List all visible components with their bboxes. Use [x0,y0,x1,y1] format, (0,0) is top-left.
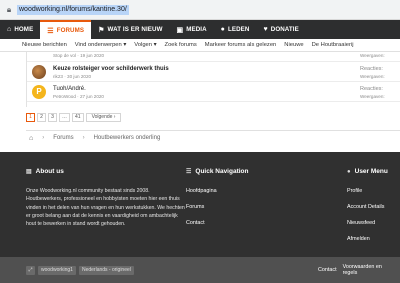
forums-icon: ☰ [47,27,54,35]
subnav-mark-read[interactable]: Markeer forums als gelezen [205,42,277,48]
subnav-search-forums[interactable]: Zoek forums [165,42,197,48]
style-chooser[interactable]: woodworking1 [38,265,76,275]
browser-address-bar[interactable]: 🔒︎ woodworking.nl/forums/kantine.30/ [0,0,400,20]
pagination: 1 2 3 … 41 Volgende › [26,113,123,122]
next-page-button[interactable]: Volgende › [85,113,122,122]
lock-icon: 🔒︎ [6,4,12,14]
thread-list: Stop de vol · 19 jun 2020 Weergaven: Keu… [26,52,400,107]
chevron-right-icon: › [82,135,85,141]
subnav-new-posts[interactable]: Nieuwe berichten [22,42,67,48]
thread-title[interactable]: Tuoh/André. [53,86,86,92]
members-icon: ● [220,26,225,33]
page-ellipsis[interactable]: … [59,113,70,122]
subnav-watched[interactable]: Volgen ▾ [134,42,156,48]
footer-quick-navigation: ☰ Quick Navigation Hoofdpagina Forums Con… [186,168,249,235]
subnav-find-threads[interactable]: Vind onderwerpen ▾ [75,42,126,48]
thread-title[interactable]: Keuze rolsteiger voor schilderwerk thuis [53,66,169,72]
home-icon: ⌂ [7,26,12,33]
footer-user-title: User Menu [354,168,388,175]
bottom-link-contact[interactable]: Contact [318,267,337,273]
avatar[interactable]: P [32,85,46,99]
menu-icon: ☰ [186,169,192,175]
replies-label: Reacties: [360,66,383,72]
bottom-bar: ⤢ woodworking1 Nederlands - origineel Co… [0,257,400,283]
footer-link-forums[interactable]: Forums [186,203,249,219]
footer-link-contact[interactable]: Contact [186,219,249,235]
page-link[interactable]: 3 [48,113,57,122]
footer-about-text: Onze Woodworking.nl community bestaat si… [26,188,185,228]
views-label: Weergaven: [360,94,385,99]
footer-link-home[interactable]: Hoofdpagina [186,187,249,203]
views-label: Weergaven: [360,74,385,79]
thread-row[interactable]: P Tuoh/André. PetroWood · 27 jun 2020 Re… [27,82,400,102]
page-link[interactable]: 1 [26,113,35,122]
breadcrumb-forums[interactable]: Forums [53,135,73,141]
footer-link-newsfeed[interactable]: Nieuwsfeed [347,219,388,235]
footer-quick-title: Quick Navigation [195,168,249,175]
bottom-link-terms[interactable]: Voorwaarden en regels [343,264,394,276]
views-label: Weergaven: [360,53,385,58]
avatar[interactable] [32,65,46,79]
page-link[interactable]: 2 [37,113,46,122]
breadcrumb-category[interactable]: Houtbewerkers onderling [94,135,161,141]
footer-user-menu: ● User Menu Profile Account Details Nieuw… [347,168,388,251]
replies-label: Reacties: [360,86,383,92]
info-icon: ▤ [26,169,32,175]
home-icon[interactable]: ⌂ [29,135,33,142]
expand-icon[interactable]: ⤢ [26,265,35,275]
thread-meta: rik23 · 30 jun 2020 [53,74,92,79]
footer-link-profile[interactable]: Profile [347,187,388,203]
whats-new-icon: ⚑ [98,26,105,34]
thread-row[interactable]: Keuze rolsteiger voor schilderwerk thuis… [27,62,400,82]
nav-forums[interactable]: ☰ FORUMS [40,20,92,39]
footer-about: ▤ About us Onze Woodworking.nl community … [26,168,186,228]
subnav-houtbraaierij[interactable]: De Houtbraaierij [312,42,354,48]
nav-media[interactable]: ▣ MEDIA [170,20,214,39]
nav-home[interactable]: ⌂ HOME [0,20,40,39]
chevron-right-icon: › [42,135,45,141]
nav-whats-new[interactable]: ⚑ WAT IS ER NIEUW [91,20,169,39]
footer-about-title: About us [35,168,64,175]
thread-meta: PetroWood · 27 jun 2020 [53,94,104,99]
footer-link-account[interactable]: Account Details [347,203,388,219]
language-chooser[interactable]: Nederlands - origineel [78,265,134,275]
donate-icon: ♥ [263,26,268,33]
main-navigation: ⌂ HOME ☰ FORUMS ⚑ WAT IS ER NIEUW ▣ MEDIA ● L… [0,20,400,39]
media-icon: ▣ [176,26,184,34]
user-icon: ● [347,168,351,175]
site-footer: ▤ About us Onze Woodworking.nl community … [0,152,400,257]
subnav-new[interactable]: Nieuwe [284,42,303,48]
thread-row[interactable]: Stop de vol · 19 jun 2020 Weergaven: [27,52,400,62]
nav-members[interactable]: ● LEDEN [214,20,257,39]
thread-meta: Stop de vol · 19 jun 2020 [53,53,105,58]
url-text[interactable]: woodworking.nl/forums/kantine.30/ [17,4,129,15]
breadcrumb: ⌂ › Forums › Houtbewerkers onderling [26,130,400,145]
nav-donate[interactable]: ♥ DONATIE [256,20,305,39]
sub-navigation: Nieuwe berichten Vind onderwerpen ▾ Volg… [0,39,400,52]
page-link[interactable]: 41 [72,113,84,122]
footer-link-logout[interactable]: Afmelden [347,235,388,251]
